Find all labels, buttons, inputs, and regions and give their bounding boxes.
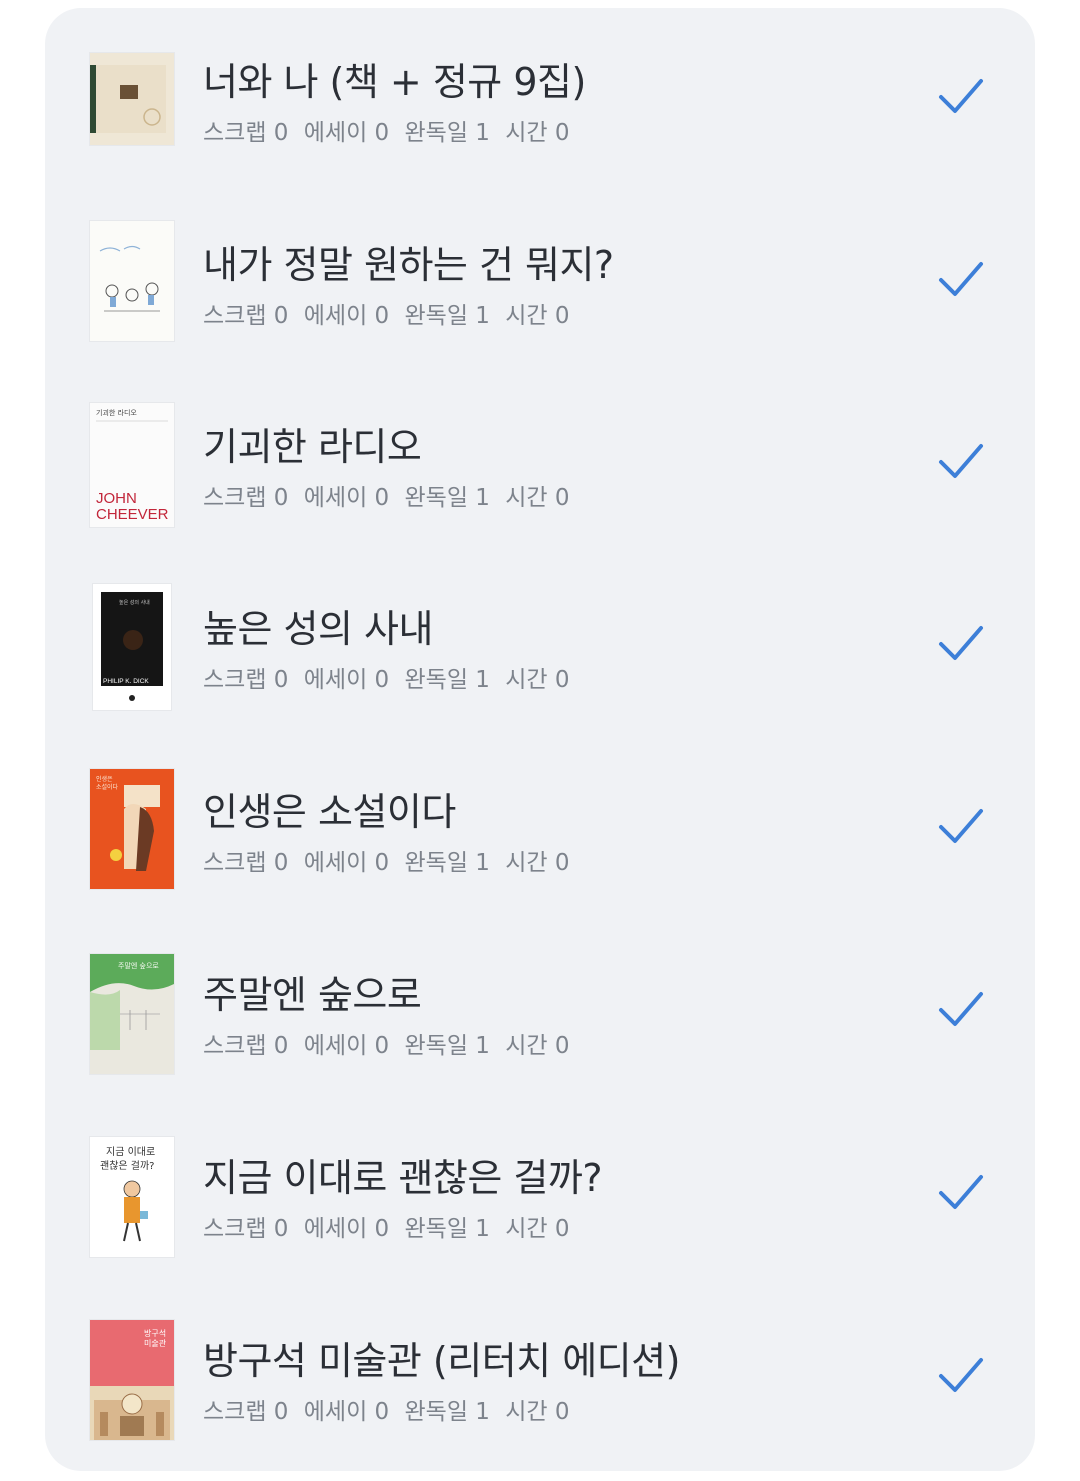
book-title: 인생은 소설이다 (203, 790, 456, 834)
essay-count: 에세이 0 (303, 1399, 390, 1425)
book-title: 높은 성의 사내 (203, 607, 433, 651)
time-count: 시간 0 (505, 850, 570, 876)
scrap-count: 스크랩 0 (203, 1033, 289, 1059)
book-stats: 스크랩 0 에세이 0 완독일 1 시간 0 (203, 660, 578, 694)
essay-count: 에세이 0 (303, 667, 390, 693)
scrap-count: 스크랩 0 (203, 303, 289, 329)
checkmark-icon[interactable] (937, 988, 985, 1032)
book-stats: 스크랩 0 에세이 0 완독일 1 시간 0 (203, 296, 578, 330)
scrap-count: 스크랩 0 (203, 120, 289, 146)
book-cover: 방구석 미술관 (90, 1320, 174, 1440)
essay-count: 에세이 0 (303, 850, 390, 876)
checkmark-icon[interactable] (937, 440, 985, 484)
book-title: 내가 정말 원하는 건 뭐지? (203, 243, 614, 287)
scrap-count: 스크랩 0 (203, 850, 289, 876)
book-row[interactable]: 기괴한 라디오 JOHN CHEEVER 기괴한 라디오 스크랩 0 에세이 0… (45, 388, 1035, 538)
cover-author: PHILIP K. DICK (103, 678, 149, 685)
book-title: 방구석 미술관 (리터치 에디션) (203, 1339, 680, 1383)
essay-count: 에세이 0 (303, 1033, 390, 1059)
time-count: 시간 0 (505, 303, 570, 329)
book-title: 주말엔 숲으로 (203, 973, 422, 1017)
book-stats: 스크랩 0 에세이 0 완독일 1 시간 0 (203, 113, 578, 147)
cover-author-first: JOHN (96, 490, 137, 507)
essay-count: 에세이 0 (303, 120, 390, 146)
cover-title: 지금 이대로 (106, 1146, 155, 1158)
finished-count: 완독일 1 (404, 1033, 490, 1059)
cover-title: 높은 성의 사내 (119, 599, 150, 606)
time-count: 시간 0 (505, 1033, 570, 1059)
cover-subtitle: 괜찮은 걸까? (100, 1159, 155, 1172)
finished-count: 완독일 1 (404, 667, 490, 693)
book-cover: 인생은 소설이다 (90, 769, 174, 889)
book-cover: 주말엔 숲으로 (90, 954, 174, 1074)
book-row[interactable]: 인생은 소설이다 인생은 소설이다 스크랩 0 에세이 0 완독일 1 시간 0 (45, 753, 1035, 903)
checkmark-icon[interactable] (937, 805, 985, 849)
checkmark-icon[interactable] (937, 1171, 985, 1215)
cover-author-last: CHEEVER (96, 506, 169, 523)
time-count: 시간 0 (505, 1216, 570, 1242)
book-cover: 높은 성의 사내 PHILIP K. DICK (93, 584, 171, 710)
finished-count: 완독일 1 (404, 120, 490, 146)
time-count: 시간 0 (505, 120, 570, 146)
book-row[interactable]: 주말엔 숲으로 주말엔 숲으로 스크랩 0 에세이 0 완독일 1 시간 0 (45, 936, 1035, 1086)
book-stats: 스크랩 0 에세이 0 완독일 1 시간 0 (203, 843, 578, 877)
finished-count: 완독일 1 (404, 303, 490, 329)
essay-count: 에세이 0 (303, 1216, 390, 1242)
book-stats: 스크랩 0 에세이 0 완독일 1 시간 0 (203, 1392, 578, 1426)
scrap-count: 스크랩 0 (203, 1399, 289, 1425)
scrap-count: 스크랩 0 (203, 485, 289, 511)
book-cover (90, 221, 174, 341)
checkmark-icon[interactable] (937, 622, 985, 666)
cover-title: 인생은 (96, 775, 113, 783)
book-row[interactable]: 내가 정말 원하는 건 뭐지? 스크랩 0 에세이 0 완독일 1 시간 0 (45, 206, 1035, 356)
finished-count: 완독일 1 (404, 485, 490, 511)
book-row[interactable]: 방구석 미술관 방구석 미술관 (리터치 에디션) 스크랩 0 에세이 0 완독… (45, 1302, 1035, 1452)
time-count: 시간 0 (505, 1399, 570, 1425)
cover-title: 방구석 (144, 1328, 166, 1338)
book-title: 지금 이대로 괜찮은 걸까? (203, 1156, 603, 1200)
book-title: 기괴한 라디오 (203, 425, 422, 469)
scrap-count: 스크랩 0 (203, 667, 289, 693)
essay-count: 에세이 0 (303, 303, 390, 329)
finished-count: 완독일 1 (404, 850, 490, 876)
book-row[interactable]: 높은 성의 사내 PHILIP K. DICK 높은 성의 사내 스크랩 0 에… (45, 570, 1035, 720)
book-stats: 스크랩 0 에세이 0 완독일 1 시간 0 (203, 1209, 578, 1243)
time-count: 시간 0 (505, 485, 570, 511)
time-count: 시간 0 (505, 667, 570, 693)
essay-count: 에세이 0 (303, 485, 390, 511)
cover-title: 주말엔 숲으로 (118, 961, 159, 970)
book-cover (90, 53, 174, 145)
checkmark-icon[interactable] (937, 1354, 985, 1398)
book-stats: 스크랩 0 에세이 0 완독일 1 시간 0 (203, 1026, 578, 1060)
cover-title: 기괴한 라디오 (96, 408, 137, 417)
finished-count: 완독일 1 (404, 1399, 490, 1425)
scrap-count: 스크랩 0 (203, 1216, 289, 1242)
book-row[interactable]: 너와 나 (책 + 정규 9집) 스크랩 0 에세이 0 완독일 1 시간 0 (45, 23, 1035, 173)
book-stats: 스크랩 0 에세이 0 완독일 1 시간 0 (203, 478, 578, 512)
checkmark-icon[interactable] (937, 258, 985, 302)
finished-count: 완독일 1 (404, 1216, 490, 1242)
book-title: 너와 나 (책 + 정규 9집) (203, 60, 586, 104)
checkmark-icon[interactable] (937, 75, 985, 119)
book-cover: 기괴한 라디오 JOHN CHEEVER (90, 403, 174, 527)
cover-subtitle: 소설이다 (96, 783, 119, 791)
book-row[interactable]: 지금 이대로 괜찮은 걸까? 지금 이대로 괜찮은 걸까? 스크랩 0 에세이 … (45, 1119, 1035, 1269)
cover-subtitle: 미술관 (144, 1338, 167, 1348)
reading-list-card: 너와 나 (책 + 정규 9집) 스크랩 0 에세이 0 완독일 1 시간 0 (45, 8, 1035, 1471)
book-cover: 지금 이대로 괜찮은 걸까? (90, 1137, 174, 1257)
